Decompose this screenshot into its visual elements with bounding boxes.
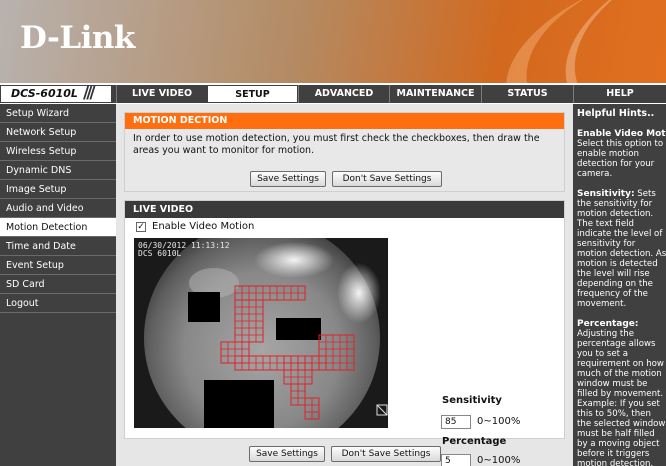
- video-camera-name: DCS 6010L: [138, 249, 182, 258]
- tab-help[interactable]: HELP: [573, 85, 666, 103]
- sidebar-item-setup-wizard[interactable]: Setup Wizard: [0, 104, 116, 123]
- hint-percentage: Percentage: Adjusting the percentage all…: [573, 319, 666, 466]
- hint-text: Select this option to enable motion dete…: [577, 139, 664, 179]
- sidebar-item-image-setup[interactable]: Image Setup: [0, 180, 116, 199]
- header-banner: D-Link: [0, 0, 666, 83]
- dont-save-settings-button-bottom[interactable]: Don't Save Settings: [331, 446, 441, 462]
- save-settings-button-top[interactable]: Save Settings: [250, 171, 326, 187]
- live-video-title: LIVE VIDEO: [125, 201, 564, 218]
- sidebar-item-time-date[interactable]: Time and Date: [0, 237, 116, 256]
- video-overlay: 06/30/2012 11:13:12 DCS 6010L: [138, 242, 230, 258]
- hint-heading: Enable Video Motion: [577, 129, 666, 139]
- percentage-input[interactable]: 5: [441, 454, 471, 466]
- tab-setup[interactable]: SETUP: [207, 85, 298, 103]
- sidebar-item-network-setup[interactable]: Network Setup: [0, 123, 116, 142]
- sensitivity-label: Sensitivity: [442, 395, 502, 406]
- main-content: MOTION DECTION In order to use motion de…: [116, 104, 573, 466]
- dlink-logo: D-Link: [20, 20, 135, 56]
- tab-maintenance[interactable]: MAINTENANCE: [389, 85, 481, 103]
- sidebar-item-audio-video[interactable]: Audio and Video: [0, 199, 116, 218]
- sidebar-item-wireless-setup[interactable]: Wireless Setup: [0, 142, 116, 161]
- model-label: DCS-6010L ///: [0, 83, 112, 103]
- live-video-panel: LIVE VIDEO ✓ Enable Video Motion 06/30/2…: [124, 200, 565, 466]
- hint-text: Adjusting the percentage allows you to s…: [577, 329, 666, 466]
- enable-video-motion-checkbox[interactable]: ✓: [136, 222, 146, 232]
- percentage-label: Percentage: [442, 436, 507, 447]
- sidebar-item-sd-card[interactable]: SD Card: [0, 275, 116, 294]
- tab-live-video[interactable]: LIVE VIDEO: [116, 85, 207, 103]
- motion-description: In order to use motion detection, you mu…: [133, 133, 540, 156]
- percentage-range: 0~100%: [477, 455, 521, 466]
- sidebar-item-logout[interactable]: Logout: [0, 294, 116, 313]
- tab-status[interactable]: STATUS: [481, 85, 573, 103]
- enable-video-motion-label: Enable Video Motion: [152, 221, 255, 232]
- hints-title: Helpful Hints..: [577, 108, 655, 119]
- sensitivity-input[interactable]: 85: [441, 415, 471, 429]
- hint-heading: Sensitivity:: [577, 189, 635, 199]
- hint-enable-video-motion: Enable Video Motion Select this option t…: [573, 129, 666, 179]
- model-name: DCS-6010L: [11, 87, 78, 100]
- save-settings-button-bottom[interactable]: Save Settings: [249, 446, 325, 462]
- camera-video-feed[interactable]: 06/30/2012 11:13:12 DCS 6010L: [134, 238, 388, 428]
- helpful-hints-panel: Helpful Hints.. Enable Video Motion Sele…: [573, 104, 666, 466]
- hint-sensitivity: Sensitivity: Sets the sensitivity for mo…: [573, 189, 666, 309]
- sensitivity-range: 0~100%: [477, 416, 521, 427]
- dont-save-settings-button-top[interactable]: Don't Save Settings: [332, 171, 442, 187]
- sidebar-item-motion-detection[interactable]: Motion Detection: [0, 218, 116, 237]
- tab-advanced[interactable]: ADVANCED: [298, 85, 389, 103]
- hint-text: Sets the sensitivity for motion detectio…: [577, 189, 666, 309]
- motion-panel-title: MOTION DECTION: [125, 113, 564, 129]
- top-nav: DCS-6010L /// LIVE VIDEO SETUP ADVANCED …: [0, 83, 666, 103]
- motion-detection-panel: MOTION DECTION In order to use motion de…: [124, 112, 565, 192]
- sidebar-item-event-setup[interactable]: Event Setup: [0, 256, 116, 275]
- model-slashes-icon: ///: [83, 83, 96, 103]
- hint-heading: Percentage:: [577, 319, 639, 329]
- sidebar: Setup Wizard Network Setup Wireless Setu…: [0, 104, 116, 466]
- sidebar-item-dynamic-dns[interactable]: Dynamic DNS: [0, 161, 116, 180]
- camera-image: [134, 238, 388, 428]
